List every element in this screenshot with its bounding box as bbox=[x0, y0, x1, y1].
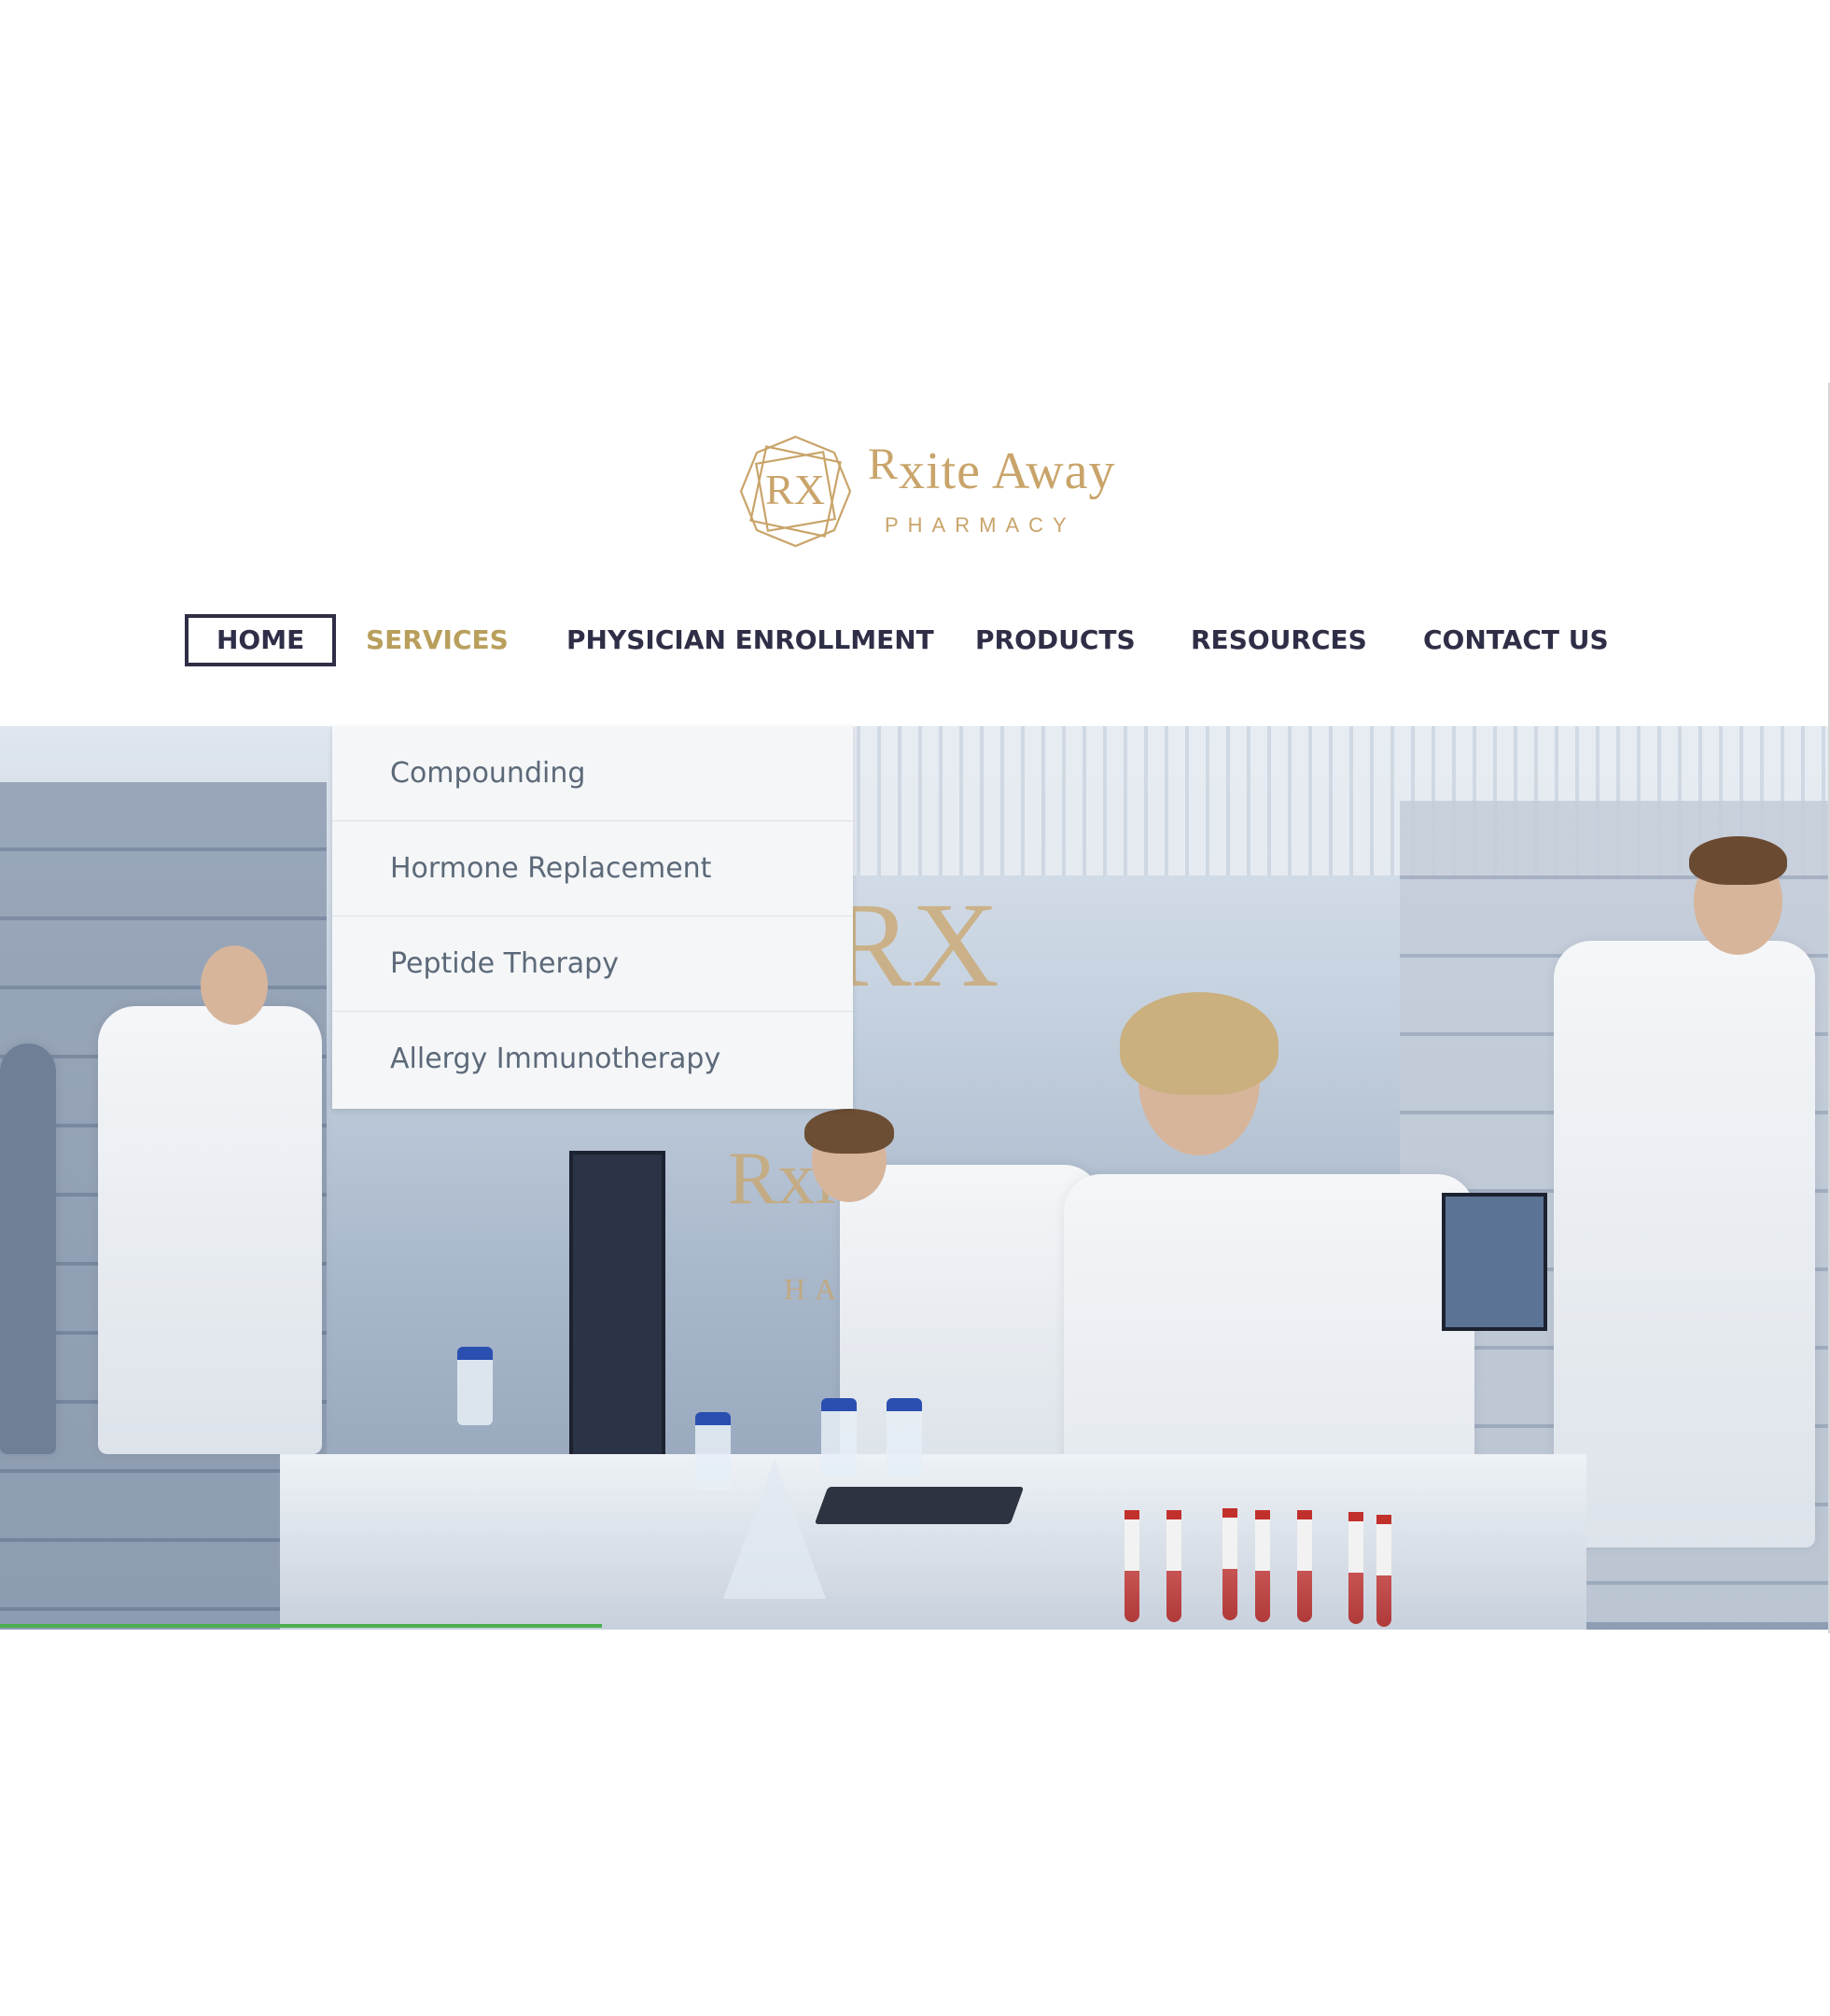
scientist-microscope bbox=[840, 1165, 1101, 1463]
hero-image-lab-scene: RX Rxi HARM bbox=[0, 726, 1828, 1630]
hero-watermark-monogram: RX bbox=[831, 878, 999, 1013]
nav-physician-enrollment[interactable]: PHYSICIAN ENROLLMENT bbox=[566, 614, 934, 666]
brand-name-rest: xite Away bbox=[899, 442, 1116, 500]
lab-monitor-center bbox=[569, 1151, 665, 1466]
main-nav: HOME SERVICES PHYSICIAN ENROLLMENT PRODU… bbox=[0, 614, 1828, 670]
lab-bottle bbox=[695, 1412, 731, 1491]
lab-bottle bbox=[457, 1347, 493, 1425]
lab-test-tube bbox=[1297, 1510, 1312, 1622]
menu-item-hormone-replacement[interactable]: Hormone Replacement bbox=[332, 821, 853, 917]
menu-item-peptide-therapy[interactable]: Peptide Therapy bbox=[332, 917, 853, 1012]
lab-keyboard bbox=[814, 1487, 1025, 1524]
scientist-right bbox=[1554, 941, 1815, 1547]
lab-bottle bbox=[887, 1398, 922, 1477]
lab-test-tube bbox=[1166, 1510, 1181, 1622]
lab-test-tube bbox=[1376, 1515, 1391, 1627]
rx-monogram: RX bbox=[765, 466, 825, 513]
services-dropdown-menu: Compounding Hormone Replacement Peptide … bbox=[332, 726, 853, 1109]
nav-services[interactable]: SERVICES bbox=[366, 614, 509, 666]
nav-home[interactable]: HOME bbox=[185, 614, 337, 666]
scientist-left bbox=[98, 1006, 322, 1454]
brand-name-prefix: R bbox=[868, 440, 900, 489]
scientist-left-head bbox=[201, 945, 268, 1025]
scientist-center-hair bbox=[1120, 992, 1278, 1095]
scientist-far-left bbox=[0, 1043, 56, 1454]
lab-monitor-right bbox=[1442, 1193, 1547, 1331]
menu-item-compounding[interactable]: Compounding bbox=[332, 726, 853, 821]
scientist-right-hair bbox=[1689, 836, 1787, 885]
brand-subtitle: PHARMACY bbox=[885, 513, 1076, 537]
lab-test-tube bbox=[1255, 1510, 1270, 1622]
lab-flask bbox=[723, 1459, 826, 1599]
brand-logo[interactable]: RX Rxite Away PHARMACY bbox=[737, 433, 1114, 550]
brand-name: Rxite Away bbox=[868, 439, 1116, 501]
lab-bottle bbox=[821, 1398, 857, 1477]
hero-progress-bar bbox=[0, 1624, 602, 1628]
menu-item-allergy-immunotherapy[interactable]: Allergy Immunotherapy bbox=[332, 1012, 853, 1106]
rx-emblem-icon: RX bbox=[739, 435, 852, 548]
scientist-microscope-hair bbox=[804, 1109, 894, 1154]
nav-resources[interactable]: RESOURCES bbox=[1191, 614, 1367, 666]
lab-test-tube bbox=[1125, 1510, 1139, 1622]
nav-contact-us[interactable]: CONTACT US bbox=[1423, 614, 1609, 666]
lab-test-tube bbox=[1222, 1508, 1237, 1620]
lab-test-tube bbox=[1348, 1512, 1363, 1624]
nav-products[interactable]: PRODUCTS bbox=[975, 614, 1136, 666]
